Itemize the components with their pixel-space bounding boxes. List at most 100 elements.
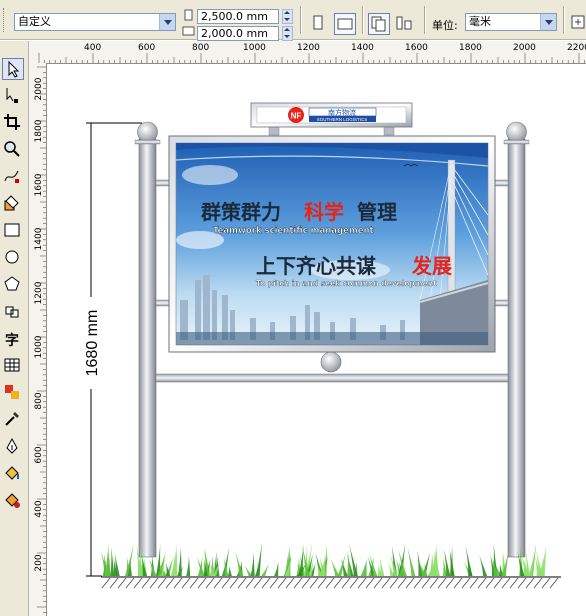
separator <box>362 6 364 34</box>
h-tick-label: 400 <box>84 43 102 53</box>
text-tool-glyph: 字 <box>5 333 19 349</box>
h-tick-label: 800 <box>192 43 210 53</box>
signboard-drawing[interactable]: 1680 mm NF 南方物流 SOUTHERN LOGISTICS 群策群力 … <box>47 64 586 616</box>
toolbox: 字 <box>0 41 29 616</box>
v-tick-label: 1200 <box>34 281 44 304</box>
h-tick-label: 1000 <box>243 43 266 53</box>
toolbar-grip[interactable] <box>3 8 7 32</box>
all-pages-icon <box>371 16 386 32</box>
left-pole[interactable] <box>138 138 157 558</box>
units-label: 单位: <box>432 19 458 32</box>
h-tick-label: 600 <box>138 43 156 53</box>
left-pole-collar <box>134 139 161 145</box>
freehand-tool[interactable] <box>2 166 24 188</box>
subline-2: To pitch in and seek common development <box>256 279 437 288</box>
current-page-button[interactable] <box>395 13 417 35</box>
v-tick-label: 1000 <box>34 335 44 358</box>
separator <box>563 6 565 34</box>
rectangle-tool[interactable] <box>2 220 24 242</box>
right-pole-collar <box>503 139 530 145</box>
text-tool[interactable]: 字 <box>2 328 24 350</box>
basic-shapes-tool[interactable] <box>2 301 24 323</box>
v-tick-label: 800 <box>34 392 44 409</box>
page-width-spinner[interactable] <box>282 9 293 24</box>
horizontal-ruler[interactable]: 400 600 800 1000 1200 1400 1600 1800 200… <box>29 41 586 64</box>
freehand-curve-icon <box>4 170 19 183</box>
page-width-field[interactable]: 2,500.0 mm <box>197 9 279 24</box>
polygon-tool[interactable] <box>2 274 24 296</box>
headline-2-part-a: 上下齐心共谋 <box>256 254 377 278</box>
center-knob <box>320 351 342 373</box>
polygon-icon <box>4 276 20 291</box>
logo-letters: NF <box>291 112 302 121</box>
fill-tool[interactable] <box>2 463 24 485</box>
zoom-tool[interactable] <box>2 139 24 161</box>
h-tick-label: 1600 <box>405 43 428 53</box>
bracket <box>155 179 171 187</box>
portrait-button[interactable] <box>308 13 330 35</box>
h-tick-label: 1200 <box>297 43 320 53</box>
dimension-label: 1680 mm <box>84 310 101 377</box>
interactive-fill-tool[interactable] <box>2 490 24 512</box>
current-page-icon <box>396 16 412 30</box>
crop-tool[interactable] <box>2 112 24 134</box>
company-name-en: SOUTHERN LOGISTICS <box>317 117 368 122</box>
page-height-field[interactable]: 2,000.0 mm <box>197 26 279 41</box>
v-tick-label: 1600 <box>34 173 44 196</box>
smart-fill-tool[interactable] <box>2 193 24 215</box>
v-tick-label: 400 <box>34 500 44 517</box>
bracket <box>493 299 509 307</box>
magnifier-icon <box>4 141 20 157</box>
arrow-pointer-icon <box>8 60 20 78</box>
ground-hatch <box>101 576 561 589</box>
paper-preset-select[interactable]: 自定义 <box>14 13 176 31</box>
separator <box>300 6 302 34</box>
v-tick-label: 600 <box>34 446 44 463</box>
interactive-blend-tool[interactable] <box>2 382 24 404</box>
pen-nib-icon <box>6 437 18 454</box>
blend-icon <box>5 385 19 399</box>
paint-bucket-icon <box>5 466 19 480</box>
cloud <box>182 165 238 185</box>
page-height-value: 2,000.0 mm <box>201 27 268 40</box>
rectangle-icon <box>4 223 20 237</box>
drawing-canvas[interactable]: 1680 mm NF 南方物流 SOUTHERN LOGISTICS 群策群力 … <box>47 64 586 616</box>
nudge-distance-icon[interactable] <box>570 13 586 33</box>
vertical-ruler[interactable]: 2000 1800 1600 1400 1200 1000 800 600 40… <box>29 63 47 616</box>
v-tick-label: 200 <box>34 554 44 571</box>
portrait-icon <box>313 15 323 30</box>
right-pole[interactable] <box>507 138 526 558</box>
smart-fill-icon <box>4 195 19 211</box>
company-name-cn: 南方物流 <box>328 108 356 117</box>
left-pole-finial <box>137 121 158 143</box>
page-height-spinner[interactable] <box>282 26 293 41</box>
ellipse-icon <box>5 250 19 264</box>
property-bar: 自定义 2,500.0 mm 2,000.0 mm 单位: 毫米 <box>0 0 586 41</box>
page-width-value: 2,500.0 mm <box>201 10 268 23</box>
bracket <box>155 299 171 307</box>
h-tick-label: 2200 <box>567 43 586 53</box>
outline-tool[interactable] <box>2 436 24 458</box>
h-tick-label: 1400 <box>351 43 374 53</box>
all-pages-button[interactable] <box>368 13 390 35</box>
table-tool[interactable] <box>2 355 24 377</box>
eyedropper-tool[interactable] <box>2 409 24 431</box>
units-value: 毫米 <box>469 15 491 28</box>
basic-shapes-icon <box>5 306 19 318</box>
landscape-button[interactable] <box>334 13 356 35</box>
v-tick-label: 1800 <box>34 119 44 142</box>
landscape-icon <box>337 18 353 30</box>
eyedropper-icon <box>5 412 19 426</box>
crossbar[interactable] <box>155 373 509 383</box>
headline-1-part-b: 科学 <box>304 200 344 224</box>
shape-node-icon <box>6 88 18 103</box>
ellipse-tool[interactable] <box>2 247 24 269</box>
table-icon <box>4 358 20 372</box>
bracket <box>493 179 509 187</box>
v-tick-label: 1400 <box>34 227 44 250</box>
units-select[interactable]: 毫米 <box>465 13 557 31</box>
pick-tool[interactable] <box>2 58 24 80</box>
chevron-down-icon[interactable] <box>540 14 556 30</box>
chevron-down-icon[interactable] <box>159 14 175 30</box>
shape-tool[interactable] <box>2 85 24 107</box>
